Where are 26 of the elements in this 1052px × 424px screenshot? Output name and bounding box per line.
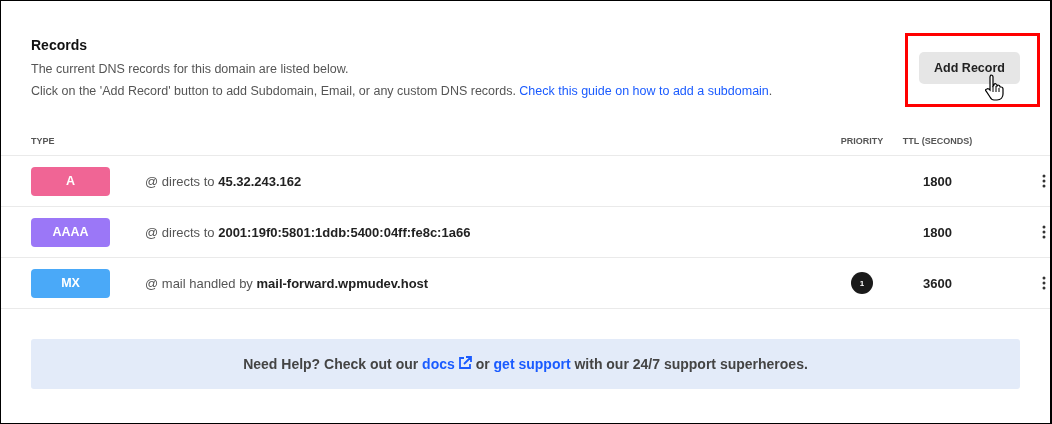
record-value: @ directs to 45.32.243.162 <box>145 173 303 189</box>
support-link[interactable]: get support <box>493 356 571 372</box>
more-options-icon[interactable] <box>1042 225 1046 239</box>
external-link-icon[interactable] <box>457 356 472 370</box>
record-value: @ mail handled by mail-forward.wpmudev.host <box>145 275 430 291</box>
record-type-badge: MX <box>31 268 110 298</box>
column-header: PRIORITY <box>839 136 885 146</box>
ttl-value: 3600 <box>922 275 953 291</box>
description-text: Click on the 'Add Record' button to add Subdomain, Email, or any custom DNS records. Check this guide on how to add a subdomain. <box>31 84 773 99</box>
hand-cursor-icon <box>985 73 1005 101</box>
ttl-value: 1800 <box>922 224 953 240</box>
priority-badge: 1 <box>851 272 873 294</box>
more-options-icon[interactable] <box>1042 276 1046 290</box>
record-value: @ directs to 2001:19f0:5801:1ddb:5400:04ff:fe8c:1a66 <box>145 224 472 240</box>
docs-link[interactable]: docs <box>422 356 455 372</box>
ttl-value: 1800 <box>922 173 953 189</box>
column-header: TTL (SECONDS) <box>901 136 974 146</box>
column-header: TYPE <box>31 136 56 146</box>
record-type-badge: AAAA <box>31 217 110 247</box>
more-options-icon[interactable] <box>1042 174 1046 188</box>
description-text: The current DNS records for this domain are listed below. <box>31 62 350 77</box>
add-record-button[interactable]: Add Record <box>919 52 1020 84</box>
help-text: Need Help? Check out our docs or get support with our 24/7 support superheroes. <box>243 356 808 372</box>
guide-link[interactable]: Check this guide on how to add a subdomain <box>519 84 769 98</box>
record-type-badge: A <box>31 166 110 196</box>
section-title: Records <box>31 37 89 53</box>
